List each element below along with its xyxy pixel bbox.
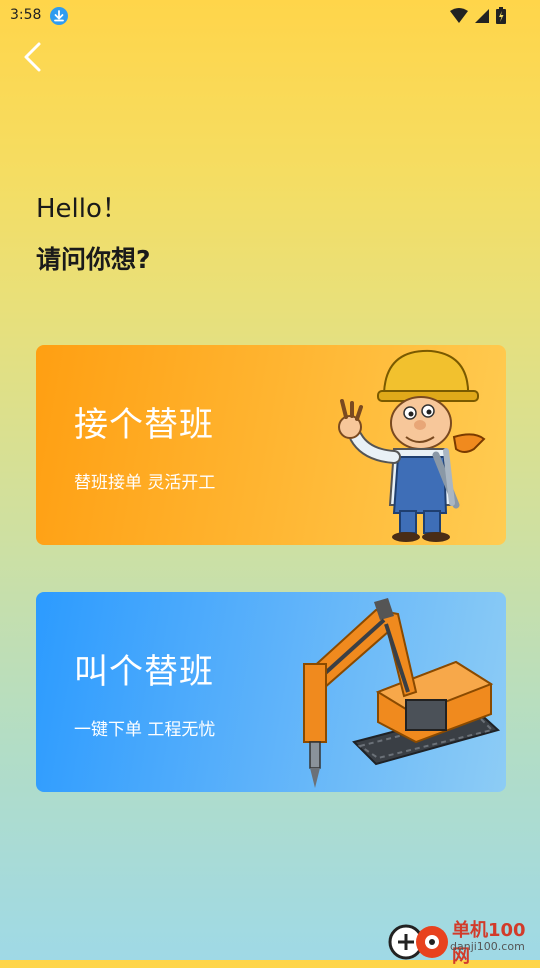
back-button[interactable] [18,40,52,74]
system-icons [450,7,506,24]
greeting-hello: Hello！ [36,194,128,224]
watermark-url: danji100.com [450,940,525,953]
status-time: 3:58 [10,7,42,23]
call-shift-title: 叫个替班 [74,652,214,692]
chevron-left-icon [24,42,41,72]
watermark-logo: 单机100网 danji100.com [388,916,538,967]
signal-icon [475,8,489,23]
worker-illustration [338,349,486,542]
battery-icon [496,7,506,24]
danji-logo-icon [388,924,448,960]
download-icon [50,7,68,25]
status-bar: 3:58 [0,0,540,32]
call-shift-subtitle: 一键下单 工程无忧 [74,720,216,740]
excavator-illustration [303,598,501,788]
take-shift-title: 接个替班 [74,405,214,445]
call-shift-card[interactable]: 叫个替班 一键下单 工程无忧 [36,592,506,792]
greeting-question: 请问你想? [36,245,151,274]
wifi-icon [450,7,468,23]
take-shift-card[interactable]: 接个替班 替班接单 灵活开工 [36,345,506,545]
take-shift-subtitle: 替班接单 灵活开工 [74,473,216,493]
